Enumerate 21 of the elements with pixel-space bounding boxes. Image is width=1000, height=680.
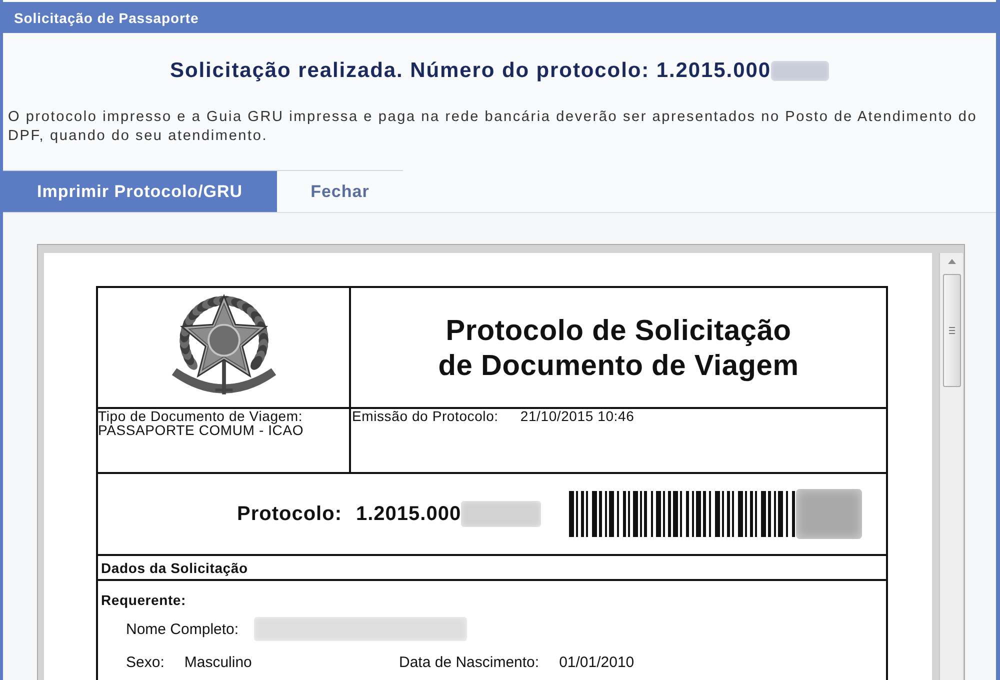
protocol-label: Protocolo: [237, 502, 342, 526]
tab[interactable]: Imprimir Protocolo/GRU [3, 171, 277, 212]
field-label: Emissão do Protocolo: [352, 409, 498, 423]
field-value: 21/10/2015 10:46 [520, 409, 634, 423]
field-label: Nome Completo: [126, 620, 239, 638]
field-value: 01/01/2010 [559, 654, 634, 670]
document-title: Protocolo de Solicitação de Documento de Viagem [438, 314, 799, 384]
window-title: Solicitação de Passaporte [14, 10, 199, 26]
scrollbar[interactable] [939, 253, 963, 680]
field-value: Masculino [184, 654, 252, 670]
scroll-up-arrow-icon[interactable] [948, 259, 956, 264]
field-label: Tipo de Documento de Viagem: [98, 409, 304, 423]
section-title: Dados da Solicitação [101, 560, 248, 576]
notice-text: O protocolo impresso e a Guia GRU impressa e paga na rede bancária deverão ser apresentados no Posto de Atendimento do DPF, quando do seu atendimento. [8, 108, 978, 146]
scrollbar-thumb[interactable] [942, 274, 960, 387]
field-label: Data de Nascimento: [399, 654, 540, 670]
applicant-heading: Requerente: [101, 592, 187, 608]
field-label: Sexo: [126, 654, 164, 670]
protocol-number: 1.2015.000 [356, 502, 462, 526]
field-value: PASSAPORTE COMUM - ICAO [98, 423, 305, 437]
confirmation-heading: Solicitação realizada. Número do protocolo: 1.2015.000 [170, 59, 771, 83]
